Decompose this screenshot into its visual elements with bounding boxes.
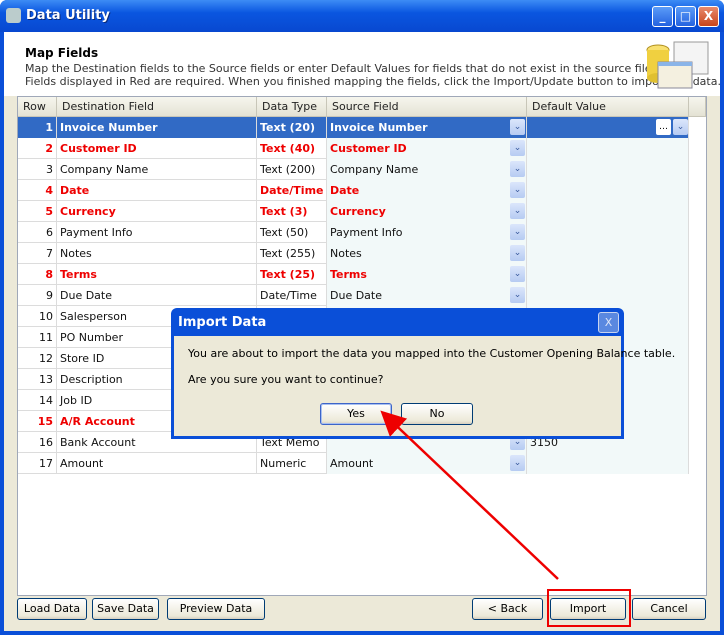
annotation-arrow — [380, 410, 559, 580]
